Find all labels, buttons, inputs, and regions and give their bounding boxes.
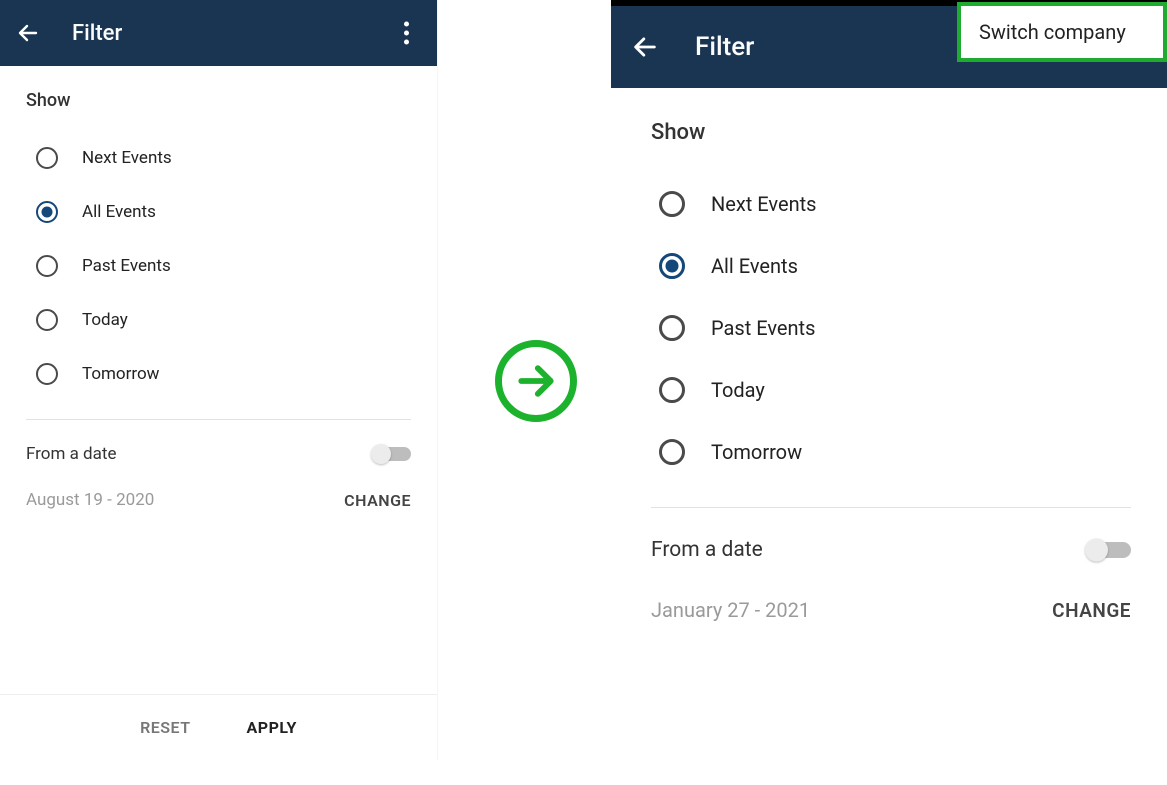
radio-all-events[interactable]: All Events — [36, 185, 411, 239]
overflow-menu-icon[interactable] — [396, 14, 417, 53]
content: Show Next Events All Events Past Events … — [0, 66, 437, 694]
page-title: Filter — [695, 32, 754, 62]
section-heading-show: Show — [26, 90, 411, 111]
change-button[interactable]: CHANGE — [344, 491, 411, 510]
bottom-bar: RESET APPLY — [0, 694, 437, 760]
screen-after: Filter Switch company Show Next Events A… — [611, 0, 1167, 785]
back-icon[interactable] — [16, 21, 40, 45]
radio-icon — [659, 439, 685, 465]
page-title: Filter — [72, 21, 122, 46]
from-date-label: From a date — [651, 538, 763, 562]
content: Show Next Events All Events Past Events … — [611, 88, 1167, 785]
radio-icon — [36, 363, 58, 385]
date-row: January 27 - 2021 CHANGE — [651, 598, 1131, 622]
from-date-toggle[interactable] — [373, 446, 411, 462]
divider — [26, 419, 411, 420]
radio-next-events[interactable]: Next Events — [659, 173, 1131, 235]
from-date-toggle[interactable] — [1087, 541, 1131, 559]
radio-group-show: Next Events All Events Past Events Today… — [651, 173, 1131, 483]
radio-label: All Events — [711, 254, 798, 278]
screen-before: Filter Show Next Events All Events Past … — [0, 0, 438, 760]
from-date-row: From a date — [26, 444, 411, 464]
radio-icon — [659, 191, 685, 217]
radio-tomorrow[interactable]: Tomorrow — [36, 347, 411, 401]
radio-all-events[interactable]: All Events — [659, 235, 1131, 297]
appbar: Filter — [0, 0, 437, 66]
arrow-right-icon — [495, 340, 577, 422]
radio-icon — [659, 253, 685, 279]
radio-group-show: Next Events All Events Past Events Today… — [26, 131, 411, 401]
radio-label: Next Events — [82, 148, 172, 168]
radio-label: Past Events — [82, 256, 171, 276]
radio-label: Past Events — [711, 316, 815, 340]
menu-item-switch-company[interactable]: Switch company — [957, 2, 1167, 62]
radio-label: Today — [82, 310, 128, 330]
radio-icon — [36, 255, 58, 277]
apply-button[interactable]: APPLY — [247, 718, 297, 737]
radio-icon — [36, 309, 58, 331]
change-button[interactable]: CHANGE — [1052, 599, 1131, 622]
from-date-label: From a date — [26, 444, 116, 464]
appbar: Filter Switch company — [611, 6, 1167, 88]
back-icon[interactable] — [631, 33, 659, 61]
radio-label: Today — [711, 378, 765, 402]
reset-button[interactable]: RESET — [140, 718, 190, 737]
radio-icon — [659, 315, 685, 341]
radio-today[interactable]: Today — [36, 293, 411, 347]
radio-label: All Events — [82, 202, 156, 222]
from-date-row: From a date — [651, 538, 1131, 562]
radio-icon — [36, 147, 58, 169]
divider — [651, 507, 1131, 508]
radio-today[interactable]: Today — [659, 359, 1131, 421]
radio-past-events[interactable]: Past Events — [36, 239, 411, 293]
section-heading-show: Show — [651, 120, 1131, 145]
radio-icon — [36, 201, 58, 223]
radio-label: Tomorrow — [82, 364, 159, 384]
date-value: August 19 - 2020 — [26, 490, 154, 510]
radio-label: Tomorrow — [711, 440, 802, 464]
radio-label: Next Events — [711, 192, 817, 216]
radio-icon — [659, 377, 685, 403]
radio-tomorrow[interactable]: Tomorrow — [659, 421, 1131, 483]
radio-next-events[interactable]: Next Events — [36, 131, 411, 185]
radio-past-events[interactable]: Past Events — [659, 297, 1131, 359]
date-row: August 19 - 2020 CHANGE — [26, 490, 411, 510]
date-value: January 27 - 2021 — [651, 598, 810, 622]
